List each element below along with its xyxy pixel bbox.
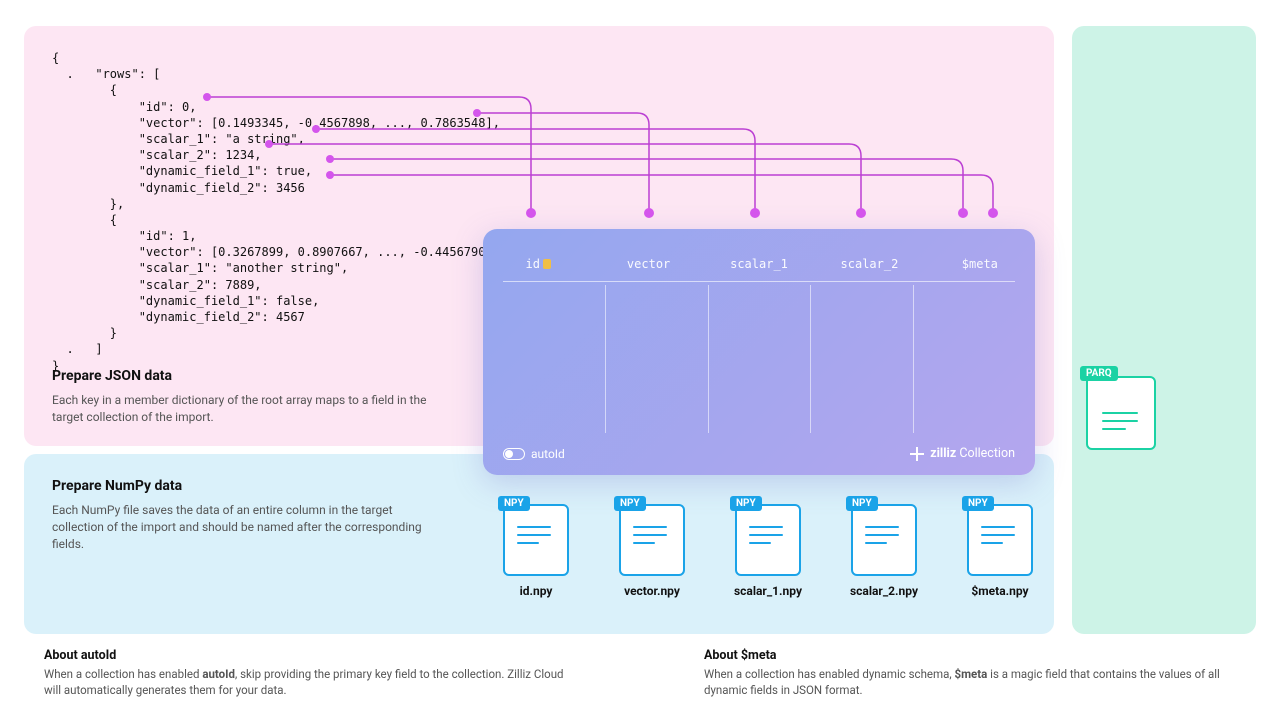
note-meta-title: About $meta xyxy=(704,648,1224,663)
note-meta-body: When a collection has enabled dynamic sc… xyxy=(704,667,1224,698)
npy-file-meta: NPY $meta.npy xyxy=(964,494,1036,598)
npy-file-label: scalar_1.npy xyxy=(732,584,804,598)
collection-columns: id vector scalar_1 scalar_2 $meta xyxy=(483,229,1035,271)
column-vector: vector xyxy=(593,257,703,271)
npy-file-row: NPY id.npy NPY vector.npy NPY scalar_1.n… xyxy=(500,494,1036,598)
brand-label: zilliz Collection xyxy=(910,446,1015,461)
json-body: Each key in a member dictionary of the r… xyxy=(52,392,452,426)
column-id: id xyxy=(483,257,593,271)
collection-card: id vector scalar_1 scalar_2 $meta autoId… xyxy=(483,229,1035,475)
parquet-file-icon: PARQ xyxy=(1086,366,1164,450)
footer-notes: About autoId When a collection has enabl… xyxy=(44,648,1244,698)
spark-icon xyxy=(910,447,924,461)
json-description: Prepare JSON data Each key in a member d… xyxy=(52,368,452,426)
column-scalar-1: scalar_1 xyxy=(704,257,814,271)
file-icon xyxy=(1086,376,1156,450)
note-meta: About $meta When a collection has enable… xyxy=(704,648,1224,698)
toggle-icon xyxy=(503,448,525,460)
column-meta: $meta xyxy=(925,257,1035,271)
npy-file-label: $meta.npy xyxy=(964,584,1036,598)
npy-file-label: id.npy xyxy=(500,584,572,598)
npy-file-scalar-2: NPY scalar_2.npy xyxy=(848,494,920,598)
numpy-body: Each NumPy file saves the data of an ent… xyxy=(52,502,442,552)
note-autoid-title: About autoId xyxy=(44,648,564,663)
npy-file-id: NPY id.npy xyxy=(500,494,572,598)
npy-file-label: scalar_2.npy xyxy=(848,584,920,598)
json-title: Prepare JSON data xyxy=(52,368,452,384)
npy-file-label: vector.npy xyxy=(616,584,688,598)
parquet-panel xyxy=(1072,26,1256,634)
note-autoid: About autoId When a collection has enabl… xyxy=(44,648,564,698)
autoid-toggle[interactable]: autoId xyxy=(503,447,565,461)
autoid-label: autoId xyxy=(531,447,565,461)
numpy-title: Prepare NumPy data xyxy=(52,478,442,494)
note-autoid-body: When a collection has enabled autoId, sk… xyxy=(44,667,564,698)
npy-file-scalar-1: NPY scalar_1.npy xyxy=(732,494,804,598)
numpy-description: Prepare NumPy data Each NumPy file saves… xyxy=(52,478,442,552)
parquet-tag: PARQ xyxy=(1080,366,1118,381)
column-scalar-2: scalar_2 xyxy=(814,257,924,271)
key-icon xyxy=(543,259,551,269)
npy-file-vector: NPY vector.npy xyxy=(616,494,688,598)
